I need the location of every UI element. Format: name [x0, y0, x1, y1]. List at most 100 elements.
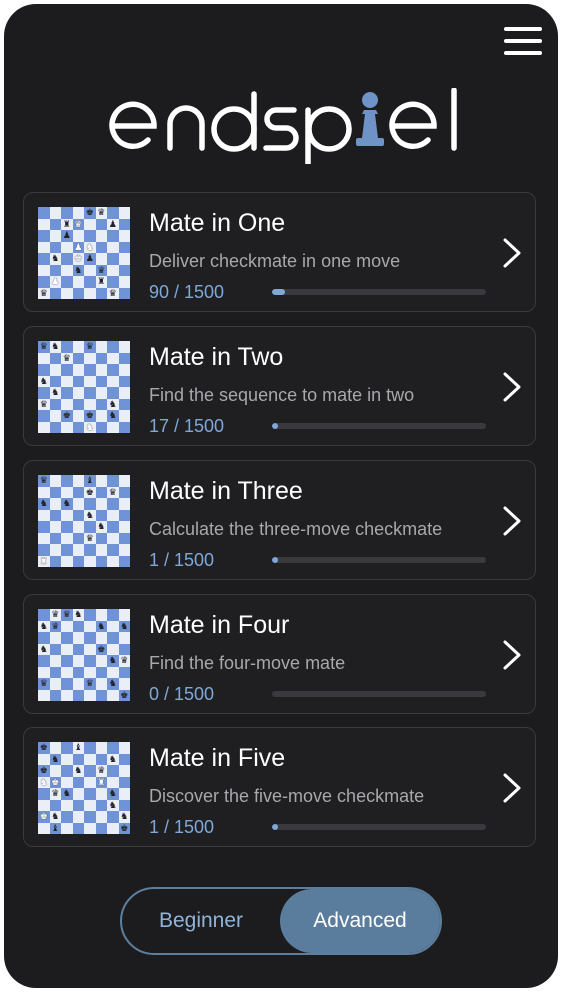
board-square: ♚ [38, 811, 50, 823]
board-square [61, 799, 73, 811]
progress-fill [272, 289, 285, 295]
board-square [95, 387, 107, 399]
chess-piece-icon: ♚ [97, 643, 106, 654]
puzzle-description: Find the sequence to mate in two [149, 385, 415, 405]
chess-board-thumbnail: ♛ ♞ ♛ ♛ ♞ ♞ ♛ ♞ ♚ ♚ ♞ ♞ [38, 341, 130, 433]
board-square [72, 822, 84, 834]
board-square [72, 498, 84, 510]
board-square: ♛ [38, 678, 50, 690]
board-square [107, 253, 119, 265]
board-square [49, 207, 61, 219]
chess-piece-icon: ♜ [97, 776, 106, 787]
board-square [72, 230, 84, 242]
puzzle-card[interactable]: ♛ ♝ ♚ ♛ ♞ ♞ ♞ ♞ ♛ ♜ Mate in Three Calculate the thr… [23, 460, 536, 580]
board-square [72, 207, 84, 219]
chess-piece-icon: ♞ [97, 620, 106, 631]
chevron-right-icon[interactable] [502, 505, 522, 537]
board-square: ♞ [72, 609, 84, 621]
puzzle-card[interactable]: ♛ ♛ ♞ ♞ ♛ ♞ ♞ ♞ ♚ ♞ ♛ ♛ ♛ ♞ ♚ Mate in Four Find the four… [23, 594, 536, 714]
board-square [118, 218, 130, 230]
board-square [107, 475, 119, 487]
board-square [84, 498, 96, 510]
chevron-right-icon[interactable] [502, 371, 522, 403]
chevron-right-icon[interactable] [502, 772, 522, 804]
board-square [72, 364, 84, 376]
chess-piece-icon: ♞ [62, 788, 71, 799]
board-square [61, 742, 73, 754]
board-square [49, 742, 61, 754]
chess-piece-icon: ♛ [108, 486, 117, 497]
advanced-option[interactable]: Advanced [280, 889, 440, 953]
board-square [107, 632, 119, 644]
puzzle-card[interactable]: ♛ ♞ ♛ ♛ ♞ ♞ ♛ ♞ ♚ ♚ ♞ ♞ Mate in Two Find the sequence… [23, 326, 536, 446]
board-square [49, 264, 61, 276]
board-square [95, 689, 107, 701]
board-square: ♛ [49, 788, 61, 800]
board-square [61, 253, 73, 265]
board-square [49, 765, 61, 777]
board-square [72, 341, 84, 353]
chess-piece-icon: ♛ [62, 609, 71, 620]
puzzle-title: Mate in Four [149, 611, 290, 639]
board-square: ♞ [38, 375, 50, 387]
board-square [95, 410, 107, 422]
chess-piece-icon: ♞ [108, 678, 117, 689]
chess-piece-icon: ♝ [85, 475, 94, 486]
chess-piece-icon: ♚ [85, 486, 94, 497]
board-square [49, 655, 61, 667]
board-square [118, 264, 130, 276]
board-square [95, 375, 107, 387]
board-square: ♝ [72, 742, 84, 754]
board-square [38, 230, 50, 242]
board-square [38, 655, 50, 667]
beginner-option[interactable]: Beginner [122, 889, 280, 953]
board-square [107, 742, 119, 754]
board-square: ♞ [107, 788, 119, 800]
chess-piece-icon: ♚ [62, 410, 71, 421]
level-toggle[interactable]: Beginner Advanced [120, 887, 442, 955]
board-square: ♟ [61, 230, 73, 242]
chess-piece-icon: ♞ [108, 753, 117, 764]
chess-piece-icon: ♛ [51, 609, 60, 620]
progress-count: 17 / 1500 [149, 416, 225, 436]
board-square [95, 398, 107, 410]
puzzle-card[interactable]: ♚ ♛ ♜ ♛ ♟ ♟ ♟ ♞ ♞ ♚ ♟ ♞ ♛ ♟ ♜ ♛ ♛ Mate in One Deliver chec… [23, 192, 536, 312]
chess-piece-icon: ♞ [51, 387, 60, 398]
chess-piece-icon: ♟ [62, 230, 71, 241]
board-square: ♜ [38, 555, 50, 567]
progress-fill [272, 423, 278, 429]
board-square [61, 375, 73, 387]
board-square [72, 544, 84, 556]
board-square: ♞ [107, 410, 119, 422]
board-square [84, 375, 96, 387]
chevron-right-icon[interactable] [502, 237, 522, 269]
board-square [49, 643, 61, 655]
chevron-right-icon[interactable] [502, 639, 522, 671]
board-square [107, 375, 119, 387]
chess-piece-icon: ♝ [51, 822, 60, 833]
board-square [95, 509, 107, 521]
board-square [84, 555, 96, 567]
board-square: ♛ [95, 264, 107, 276]
board-square: ♚ [95, 643, 107, 655]
board-square [107, 421, 119, 433]
board-square [118, 678, 130, 690]
board-square [38, 632, 50, 644]
board-square [107, 498, 119, 510]
board-square [95, 632, 107, 644]
board-square: ♚ [118, 689, 130, 701]
puzzle-card[interactable]: ♚ ♝ ♞ ♞ ♚ ♞ ♛ ♞ ♚ ♜ ♛ ♞ ♞ ♞ ♚ ♞ ♞ ♝ ♚ Mate in Five Discover … [23, 727, 536, 847]
board-square [107, 364, 119, 376]
board-square [95, 788, 107, 800]
board-square: ♚ [72, 253, 84, 265]
board-square [49, 521, 61, 533]
hamburger-menu-icon[interactable] [504, 25, 544, 57]
chess-board-thumbnail: ♚ ♝ ♞ ♞ ♚ ♞ ♛ ♞ ♚ ♜ ♛ ♞ ♞ ♞ ♚ ♞ ♞ ♝ ♚ [38, 742, 130, 834]
board-square [95, 799, 107, 811]
board-square [107, 620, 119, 632]
chess-piece-icon: ♚ [39, 765, 48, 776]
board-square [84, 765, 96, 777]
board-square [38, 264, 50, 276]
board-square: ♞ [61, 498, 73, 510]
progress-bar [272, 824, 486, 830]
